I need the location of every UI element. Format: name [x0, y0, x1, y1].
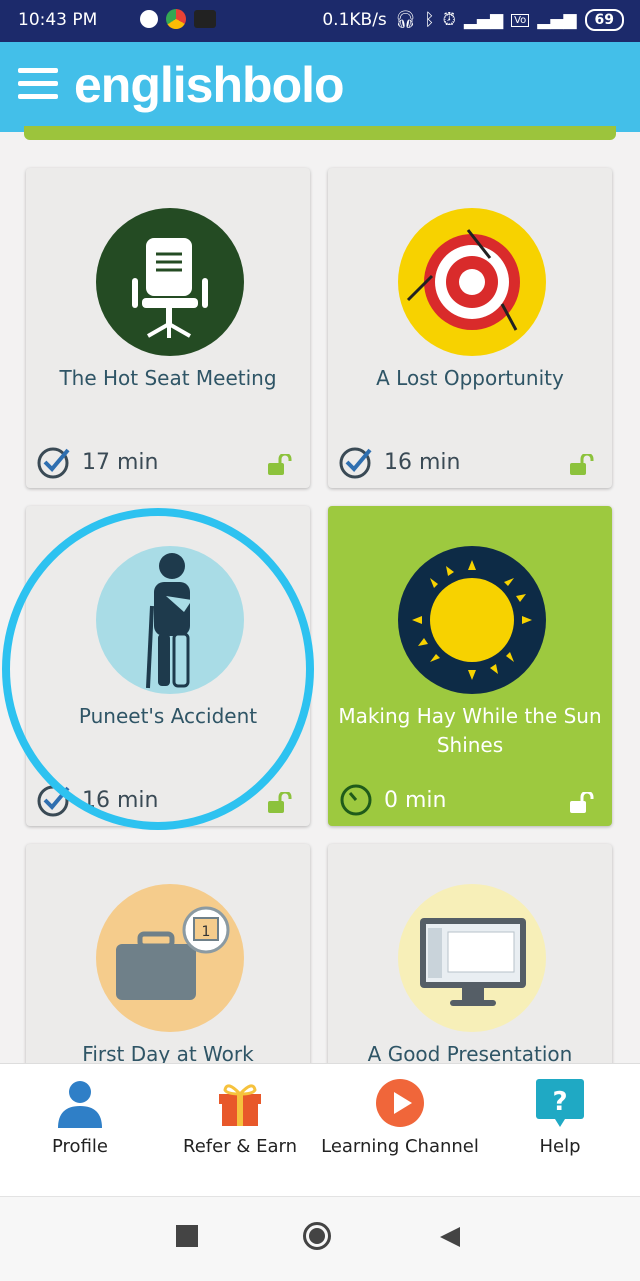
duration-text: 16 min [384, 449, 461, 475]
recents-button[interactable] [176, 1225, 198, 1247]
lesson-icon-circle [398, 208, 546, 356]
lesson-title: Puneet's Accident [78, 704, 258, 728]
messenger-icon [140, 10, 158, 28]
nav-label: Refer & Earn [183, 1136, 297, 1157]
help-icon: ? [536, 1079, 584, 1127]
back-icon[interactable] [438, 1225, 462, 1249]
svg-text:?: ? [552, 1087, 567, 1117]
check-clock-icon [37, 447, 70, 479]
app-icon [194, 10, 216, 28]
battery-icon: 69 [584, 9, 624, 31]
gift-icon [219, 1084, 261, 1126]
unlock-icon [570, 454, 594, 475]
lesson-title: Making Hay While the Sun Shines [338, 704, 602, 757]
lesson-card[interactable]: Puneet's Accident 16 min [26, 506, 310, 826]
lesson-title: A Lost Opportunity [376, 366, 564, 390]
lesson-icon-circle [96, 208, 244, 356]
nav-refer-earn[interactable]: Refer & Earn [160, 1064, 320, 1196]
profile-icon [58, 1081, 102, 1128]
unlock-icon [268, 792, 292, 813]
duration-text: 16 min [82, 787, 159, 813]
duration-text: 17 min [82, 449, 159, 475]
progress-strip [24, 126, 616, 140]
signal-icon: ▂▄▆ [463, 10, 504, 30]
bluetooth-icon: ᛒ [424, 10, 435, 30]
lesson-card-active[interactable]: Making Hay While the Sun Shines 0 min [328, 506, 612, 826]
nav-label: Profile [52, 1136, 108, 1157]
nav-profile[interactable]: Profile [0, 1064, 160, 1196]
chrome-icon [166, 9, 186, 29]
lesson-icon-circle: 1 [96, 884, 244, 1032]
system-navigation-bar [0, 1196, 640, 1281]
hamburger-menu-icon[interactable] [18, 68, 58, 108]
home-button-inner [309, 1228, 325, 1244]
check-clock-icon [37, 785, 70, 817]
signal-4g-icon: ▂▄▆ [537, 10, 577, 30]
unlock-icon [570, 792, 594, 813]
check-clock-icon [339, 447, 372, 479]
nav-learning-channel[interactable]: Learning Channel [320, 1064, 480, 1196]
timer-icon [340, 784, 372, 816]
status-time: 10:43 PM [18, 10, 98, 30]
lesson-title: The Hot Seat Meeting [59, 366, 277, 390]
lesson-duration: 17 min [36, 444, 158, 480]
lesson-card[interactable]: The Hot Seat Meeting 17 min [26, 168, 310, 488]
office-chair-icon [132, 238, 208, 338]
headphones-icon: 🎧︎ [394, 10, 417, 30]
play-icon [376, 1079, 424, 1127]
duration-text: 0 min [384, 787, 447, 813]
app-bar: englishbolo [0, 42, 640, 132]
alarm-icon: ⏰︎ [442, 10, 456, 30]
bottom-navigation: Profile Refer & Earn Learning Channel ? … [0, 1063, 640, 1196]
status-bar: 10:43 PM 0.1KB/s 🎧︎ ᛒ ⏰︎ ▂▄▆ Vo ▂▄▆ 69 [0, 0, 640, 42]
target-darts-icon [406, 229, 520, 331]
injured-person-icon [146, 553, 192, 689]
lesson-icon-circle [398, 546, 546, 694]
lesson-card[interactable]: A Lost Opportunity 16 min [328, 168, 612, 488]
unlock-icon [268, 454, 292, 475]
lesson-duration: 0 min [338, 782, 446, 818]
monitor-presentation-icon [420, 918, 526, 1006]
lesson-duration: 16 min [338, 444, 460, 480]
lesson-icon-circle [96, 546, 244, 694]
briefcase-calendar-icon: 1 [116, 906, 230, 1000]
system-icons: 0.1KB/s 🎧︎ ᛒ ⏰︎ ▂▄▆ Vo ▂▄▆ 69 [322, 9, 624, 31]
lesson-duration: 16 min [36, 782, 158, 818]
volte-icon: Vo [511, 13, 530, 27]
svg-text:1: 1 [202, 924, 211, 940]
network-speed: 0.1KB/s [322, 10, 387, 30]
app-logo: englishbolo [74, 57, 345, 113]
sun-icon [412, 560, 532, 680]
nav-label: Help [539, 1136, 581, 1157]
notification-icons [140, 9, 216, 29]
lesson-icon-circle [398, 884, 546, 1032]
home-button[interactable] [303, 1222, 331, 1250]
nav-label: Learning Channel [321, 1136, 479, 1157]
nav-help[interactable]: ? Help [480, 1064, 640, 1196]
